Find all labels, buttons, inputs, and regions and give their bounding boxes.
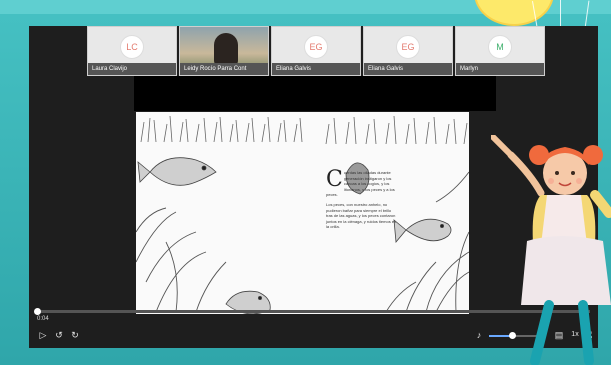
- avatar: EG: [304, 35, 328, 59]
- story-paragraph: Los peces, con nuestro anhelo, no pudier…: [326, 201, 397, 230]
- participant-tile[interactable]: EG Eliana Galvis: [271, 26, 361, 76]
- avatar: LC: [120, 35, 144, 59]
- participant-strip: LC Laura Clavijo Leidy Rocío Parra Cont …: [87, 26, 545, 76]
- avatar: EG: [396, 35, 420, 59]
- participant-tile[interactable]: LC Laura Clavijo: [87, 26, 177, 76]
- participant-name: Eliana Galvis: [272, 63, 360, 75]
- participant-tile[interactable]: EG Eliana Galvis: [363, 26, 453, 76]
- timecode: 0:04: [37, 316, 49, 322]
- shared-screen-header: [134, 76, 496, 111]
- participant-tile-video[interactable]: Leidy Rocío Parra Cont: [179, 26, 269, 76]
- participant-name: Eliana Galvis: [364, 63, 452, 75]
- book-illustration: [136, 112, 469, 314]
- drop-cap: C: [326, 167, 343, 192]
- avatar: M: [488, 35, 512, 59]
- participant-name: Laura Clavijo: [88, 63, 176, 75]
- forward-icon[interactable]: ↻: [69, 329, 81, 341]
- book-page-spread: C uerdas las olladas durante generación …: [136, 112, 469, 314]
- participant-video-feed: [214, 33, 238, 65]
- progress-knob[interactable]: [34, 308, 41, 315]
- volume-icon[interactable]: ♪: [473, 329, 485, 341]
- replay-icon[interactable]: ↺: [53, 329, 65, 341]
- participant-tile[interactable]: M Marlyn: [455, 26, 545, 76]
- participant-name: Marlyn: [456, 63, 544, 75]
- story-text: C uerdas las olladas durante generación …: [326, 167, 398, 234]
- participant-name: Leidy Rocío Parra Cont: [180, 63, 268, 75]
- girl-illustration: [491, 135, 611, 365]
- play-icon[interactable]: ▷: [37, 329, 49, 341]
